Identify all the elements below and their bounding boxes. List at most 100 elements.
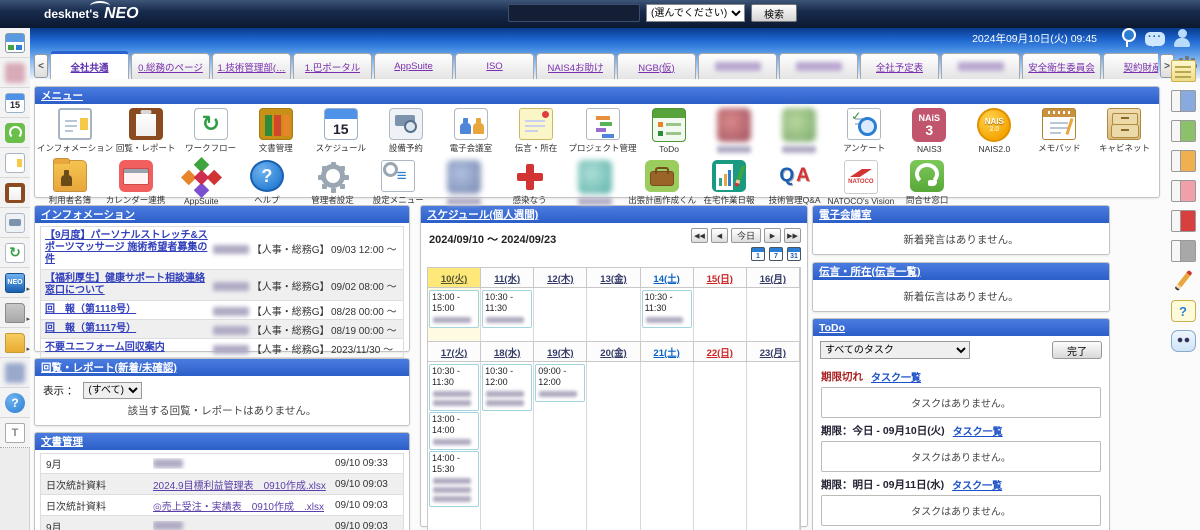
portal-tab-11[interactable]: 全社予定表 (860, 53, 939, 79)
information-title-link[interactable]: 【9月度】パーソナルストレッチ&スポーツマッサージ 施術希望者募集の件 (41, 227, 213, 269)
menu-item-headset[interactable]: 問合せ窓口 (894, 160, 960, 206)
document-file-link[interactable] (153, 458, 335, 469)
todo-panel-title[interactable]: ToDo (819, 322, 845, 334)
menu-item-projector[interactable]: 設備予約 (373, 108, 438, 154)
sidebar-item-schedule[interactable] (0, 88, 30, 118)
right-sidebar-tab-green-icon[interactable] (1170, 120, 1196, 142)
right-sidebar-tab-pink-icon[interactable] (1170, 180, 1196, 202)
chat-bubble-icon[interactable] (1145, 31, 1165, 47)
menu-item-binders[interactable]: 文書管理 (243, 108, 308, 154)
menu-item-briefcase[interactable]: 出張計画作成くん (628, 160, 696, 206)
schedule-prev-week-button[interactable]: ◀◀ (690, 228, 708, 243)
day-cell[interactable] (587, 288, 641, 342)
user-profile-icon[interactable] (1172, 28, 1192, 48)
sidebar-item-app-blurred-2[interactable] (0, 358, 30, 388)
documents-panel-title[interactable]: 文書管理 (41, 434, 83, 449)
menu-item-survey[interactable]: アンケート (832, 108, 897, 154)
search-scope-select[interactable]: (選んでください) (646, 4, 745, 22)
schedule-event[interactable]: 10:30 - 11:30 (482, 290, 533, 328)
day-header-link[interactable]: 14(土) (653, 274, 679, 285)
day-cell[interactable]: 10:30 - 12:00 (481, 362, 535, 530)
document-file-link[interactable]: 2024.9目標利益管理表 0910作成.xlsx (153, 477, 335, 492)
sidebar-item-facility-reservation[interactable] (0, 208, 30, 238)
information-panel-title[interactable]: インフォメーション (41, 207, 135, 222)
schedule-event[interactable]: 13:00 - 15:00 (429, 290, 480, 328)
portal-tab-4[interactable]: 1.巴ポータル (293, 53, 372, 79)
schedule-today-button[interactable]: 今日 (730, 228, 761, 243)
search-button[interactable]: 検索 (751, 4, 797, 22)
app-logo[interactable]: desknet's NEO (44, 5, 139, 23)
day-cell[interactable] (746, 362, 800, 530)
menu-item-gear-menu[interactable]: 設定メニュー (365, 160, 431, 206)
information-title-link[interactable]: 不要ユニフォーム回収案内 (41, 339, 213, 357)
menu-item-note[interactable]: 伝言・所在 (503, 108, 568, 154)
information-title-link[interactable]: 回 報（第1118号） (41, 301, 213, 319)
portal-tab-8[interactable]: NGB(仮) (617, 53, 696, 79)
sidebar-item-workflow[interactable] (0, 238, 30, 268)
menu-item-gear[interactable]: 管理者設定 (300, 160, 366, 206)
document-file-link[interactable] (153, 521, 335, 530)
notification-antenna-icon[interactable] (1118, 28, 1138, 48)
menu-item-users-folder[interactable]: 利用者名簿 (37, 158, 103, 206)
sidebar-item-text-size[interactable] (0, 418, 30, 448)
sidebar-item-folder-yellow[interactable] (0, 328, 30, 358)
day-header-link[interactable]: 12(木) (547, 274, 573, 285)
todo-task-list-link[interactable]: タスク一覧 (871, 369, 921, 384)
menu-item-report[interactable]: 在宅作業日報 (696, 160, 762, 206)
day-header-link[interactable]: 13(金) (600, 274, 626, 285)
menu-panel-title[interactable]: メニュー (41, 88, 83, 103)
menu-item-blur-teal[interactable] (562, 160, 628, 206)
day-cell[interactable] (534, 288, 588, 342)
schedule-event[interactable]: 10:30 - 12:00 (482, 364, 533, 411)
schedule-view-7-day-icon[interactable]: 7 (769, 247, 783, 261)
information-title-link[interactable]: 回 報（第1117号） (41, 320, 213, 338)
todo-task-list-link[interactable]: タスク一覧 (953, 423, 1003, 438)
sidebar-item-portal[interactable] (0, 28, 30, 58)
day-header-link[interactable]: 20(金) (600, 348, 626, 359)
todo-done-button[interactable]: 完了 (1052, 341, 1102, 359)
schedule-prev-day-button[interactable]: ◀ (710, 228, 728, 243)
menu-item-nais2[interactable]: NAIS 2.0 (962, 108, 1027, 154)
portal-tab-2[interactable]: 0.総務のページ (131, 53, 210, 79)
portal-tab-5[interactable]: AppSuite (374, 53, 453, 79)
sidebar-item-folder-gray[interactable] (0, 298, 30, 328)
sidebar-item-neo[interactable] (0, 268, 30, 298)
day-header-link[interactable]: 23(月) (760, 348, 786, 359)
schedule-event[interactable]: 10:30 - 11:30 (641, 290, 692, 328)
menu-item-cross[interactable]: 感染なう (497, 160, 563, 206)
menu-item-blur-red[interactable] (702, 108, 767, 154)
day-cell[interactable] (640, 362, 694, 530)
right-sidebar-memo-icon[interactable] (1170, 60, 1196, 82)
menu-item-todo[interactable]: ToDo (637, 108, 702, 154)
menu-item-gantt[interactable]: プロジェクト管理 (569, 108, 637, 154)
day-cell[interactable]: 10:30 - 11:30 13:00 - 14:00 14:00 - 15:30 (428, 362, 482, 530)
day-header-link[interactable]: 10(火) (441, 274, 467, 285)
menu-item-workflow[interactable]: ワークフロー (178, 108, 243, 154)
schedule-event[interactable]: 14:00 - 15:30 (429, 451, 480, 507)
menu-item-cabinet[interactable]: キャビネット (1092, 108, 1157, 154)
menu-item-blur-green[interactable] (767, 108, 832, 154)
portal-tab-12[interactable] (941, 53, 1020, 79)
menu-item-natoco[interactable]: NATOCO's Vision (827, 160, 894, 206)
sidebar-item-help[interactable] (0, 388, 30, 418)
information-title-link[interactable]: 【福利厚生】健康サポート相談連絡窓口について (41, 270, 213, 300)
schedule-event[interactable]: 13:00 - 14:00 (429, 412, 480, 450)
schedule-event[interactable]: 10:30 - 11:30 (429, 364, 480, 411)
menu-item-help[interactable]: ヘルプ (234, 160, 300, 206)
sidebar-item-inquiry[interactable] (0, 118, 30, 148)
menu-item-appsuite[interactable]: AppSuite (168, 160, 234, 206)
right-sidebar-chat-robot-icon[interactable] (1170, 330, 1196, 352)
day-header-link[interactable]: 11(水) (494, 274, 520, 285)
menu-item-nais3[interactable]: NAIS 3 (897, 108, 962, 154)
day-cell[interactable] (693, 288, 747, 342)
right-sidebar-tab-red-icon[interactable] (1170, 210, 1196, 232)
day-cell[interactable]: 13:00 - 15:00 (428, 288, 482, 342)
menu-item-memo[interactable]: メモパッド (1027, 108, 1092, 154)
portal-tab-1[interactable]: 全社共通 (50, 51, 129, 79)
portal-tab-13[interactable]: 安全衛生委員会 (1022, 53, 1101, 79)
day-cell[interactable]: 10:30 - 11:30 (640, 288, 694, 342)
menu-item-qa[interactable]: 技術管理Q&A (762, 160, 828, 206)
forum-panel-title[interactable]: 電子会議室 (819, 207, 872, 222)
right-sidebar-pencil-icon[interactable] (1171, 270, 1196, 292)
day-header-link[interactable]: 18(水) (494, 348, 520, 359)
